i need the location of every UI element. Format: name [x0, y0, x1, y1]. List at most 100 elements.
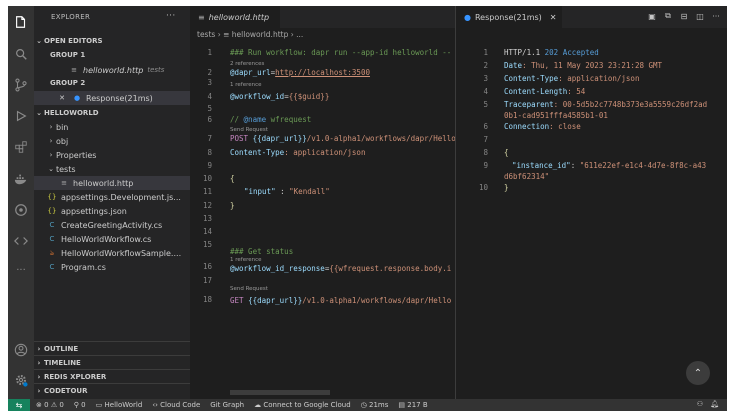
tree-item-helloworldworkflow[interactable]: C HelloWorldWorkflow.cs: [34, 232, 190, 246]
timeline-section[interactable]: › TIMELINE: [34, 355, 190, 369]
database-icon: ▤: [398, 401, 406, 409]
more-actions-icon[interactable]: ···: [711, 11, 721, 21]
open-editor-helloworld[interactable]: ≡ helloworld.http tests: [34, 63, 190, 77]
tree-item-tests[interactable]: ⌄ tests: [34, 162, 190, 176]
line-number: 15: [202, 240, 212, 249]
source-control-icon[interactable]: [13, 77, 29, 93]
close-icon[interactable]: ✕: [56, 94, 68, 102]
line-number: 10: [478, 183, 488, 192]
folder-icon: ▭: [95, 401, 103, 409]
line-number: 18: [202, 295, 212, 304]
line-number: 5: [483, 100, 488, 109]
open-editors-header[interactable]: ⌄ OPEN EDITORS: [34, 34, 190, 48]
line-number: 5: [207, 104, 212, 113]
code-line[interactable]: {: [230, 174, 235, 183]
line-number: 2: [483, 61, 488, 70]
response-line[interactable]: HTTP/1.1 202 Accepted: [504, 48, 599, 57]
git-graph-indicator[interactable]: Git Graph: [210, 401, 244, 409]
response-line[interactable]: Traceparent: 00-5d5b2c7748b373e3a5559c26…: [504, 100, 707, 109]
scroll-to-top-button[interactable]: ⌃: [686, 361, 710, 385]
tab-helloworld-http[interactable]: ≡ helloworld.http: [190, 6, 280, 28]
response-line[interactable]: Content-Type: application/json: [504, 74, 639, 83]
split-editor-icon[interactable]: ◫: [695, 11, 705, 21]
connect-cloud-indicator[interactable]: ☁ Connect to Google Cloud: [254, 401, 351, 409]
response-line[interactable]: Content-Length: 54: [504, 87, 585, 96]
response-line[interactable]: 0b1-cad951fffa4585b1-01: [504, 111, 608, 120]
response-line[interactable]: d6bf62314": [504, 172, 549, 181]
tree-item-bin[interactable]: › bin: [34, 120, 190, 134]
tree-item-creategreeting[interactable]: C CreateGreetingActivity.cs: [34, 218, 190, 232]
code-line[interactable]: // @name wfrequest: [230, 115, 311, 124]
code-line[interactable]: GET {{dapr_url}}/v1.0-alpha1/workflows/d…: [230, 296, 451, 305]
problems-indicator[interactable]: ⊗ 0 ⚠ 0: [36, 401, 64, 409]
feedback-icon[interactable]: ⚇: [697, 400, 703, 408]
code-line[interactable]: }: [230, 201, 235, 210]
explorer-sidebar: EXPLORER ··· ⌄ OPEN EDITORS GROUP 1 ≡ hel…: [34, 6, 190, 399]
tree-item-appsettings[interactable]: {} appsettings.json: [34, 204, 190, 218]
open-editor-response[interactable]: ✕ ● Response(21ms): [34, 91, 190, 105]
remote-explorer-icon[interactable]: [13, 233, 29, 249]
code-line[interactable]: @workflow_id_response={{wfrequest.respon…: [230, 264, 451, 273]
docker-icon[interactable]: [13, 171, 29, 187]
cloud-code-indicator[interactable]: ‹› Cloud Code: [152, 401, 200, 409]
project-indicator[interactable]: ▭ HelloWorld: [96, 401, 143, 409]
ports-indicator[interactable]: ⚲ 0: [74, 401, 86, 409]
code-line[interactable]: @workflow_id={{$guid}}: [230, 92, 329, 101]
response-line[interactable]: Connection: close: [504, 122, 581, 131]
tree-item-obj[interactable]: › obj: [34, 134, 190, 148]
tree-item-properties[interactable]: › Properties: [34, 148, 190, 162]
fold-icon[interactable]: ⊟: [679, 11, 689, 21]
tab-response[interactable]: ● Response(21ms) ✕: [456, 6, 562, 28]
response-time-indicator[interactable]: ◷ 21ms: [361, 401, 389, 409]
clock-icon: ◷: [360, 401, 367, 409]
settings-gear-icon[interactable]: [13, 372, 29, 388]
line-number: 11: [202, 187, 212, 196]
group1-header[interactable]: GROUP 1: [34, 48, 190, 62]
remote-indicator[interactable]: ⇆: [8, 399, 30, 411]
response-size-indicator[interactable]: ▤ 217 B: [398, 401, 427, 409]
extensions-icon[interactable]: [13, 139, 29, 155]
copy-icon[interactable]: ⧉: [663, 11, 673, 21]
response-line[interactable]: {: [504, 148, 509, 157]
code-line[interactable]: @dapr_url=http://localhost:3500: [230, 68, 370, 77]
code-line[interactable]: ### Run workflow: dapr run --app-id hell…: [230, 48, 451, 57]
tree-item-workflowsample[interactable]: ঌ HelloWorldWorkflowSample....: [34, 246, 190, 260]
response-line[interactable]: }: [504, 183, 509, 192]
chevron-right-icon: ›: [49, 123, 53, 131]
codelens-references[interactable]: 1 reference: [230, 82, 262, 88]
code-line[interactable]: POST {{dapr_url}}/v1.0-alpha1/workflows/…: [230, 134, 456, 143]
code-line[interactable]: ### Get status: [230, 247, 293, 256]
notifications-icon[interactable]: 🔔︎: [710, 400, 719, 408]
response-line[interactable]: Date: Thu, 11 May 2023 23:21:28 GMT: [504, 61, 662, 70]
line-number: 16: [202, 262, 212, 271]
editor-right-tabbar: ● Response(21ms) ✕ ▣ ⧉ ⊟ ◫ ···: [456, 6, 727, 28]
tree-item-program[interactable]: C Program.cs: [34, 260, 190, 274]
search-icon[interactable]: [13, 46, 29, 62]
chevron-right-icon: ›: [37, 372, 41, 381]
codelens-references[interactable]: 2 references: [230, 61, 264, 67]
tree-item-appsettings-dev[interactable]: {} appsettings.Development.js...: [34, 190, 190, 204]
tree-item-helloworld-http[interactable]: ≡ helloworld.http: [34, 176, 190, 190]
send-request-link[interactable]: Send Request: [230, 286, 268, 292]
more-actions-icon[interactable]: ···: [166, 11, 175, 21]
horizontal-scrollbar[interactable]: [230, 390, 330, 395]
redis-xplorer-section[interactable]: › REDIS XPLORER: [34, 369, 190, 383]
codetour-section[interactable]: › CODETOUR: [34, 383, 190, 397]
response-line[interactable]: "instance_id": "611e22ef-e1c4-4d7e-8f8c-…: [512, 161, 706, 170]
editor-left: ≡ helloworld.http tests › ≡ helloworld.h…: [190, 6, 456, 399]
run-debug-icon[interactable]: [13, 108, 29, 124]
code-line[interactable]: Content-Type: application/json: [230, 148, 365, 157]
explorer-icon[interactable]: [13, 14, 29, 30]
github-icon[interactable]: [13, 202, 29, 218]
more-icon[interactable]: ···: [13, 262, 29, 278]
outline-section[interactable]: › OUTLINE: [34, 341, 190, 355]
codelens-references[interactable]: 1 reference: [230, 257, 262, 263]
close-icon[interactable]: ✕: [550, 13, 557, 22]
code-line[interactable]: "input" : "Kendall": [244, 187, 330, 196]
accounts-icon[interactable]: [13, 342, 29, 358]
send-request-link[interactable]: Send Request: [230, 127, 268, 133]
save-response-icon[interactable]: ▣: [647, 11, 657, 21]
group2-header[interactable]: GROUP 2: [34, 76, 190, 90]
project-header[interactable]: ⌄ HELLOWORLD: [34, 106, 190, 120]
line-number: 6: [207, 115, 212, 124]
